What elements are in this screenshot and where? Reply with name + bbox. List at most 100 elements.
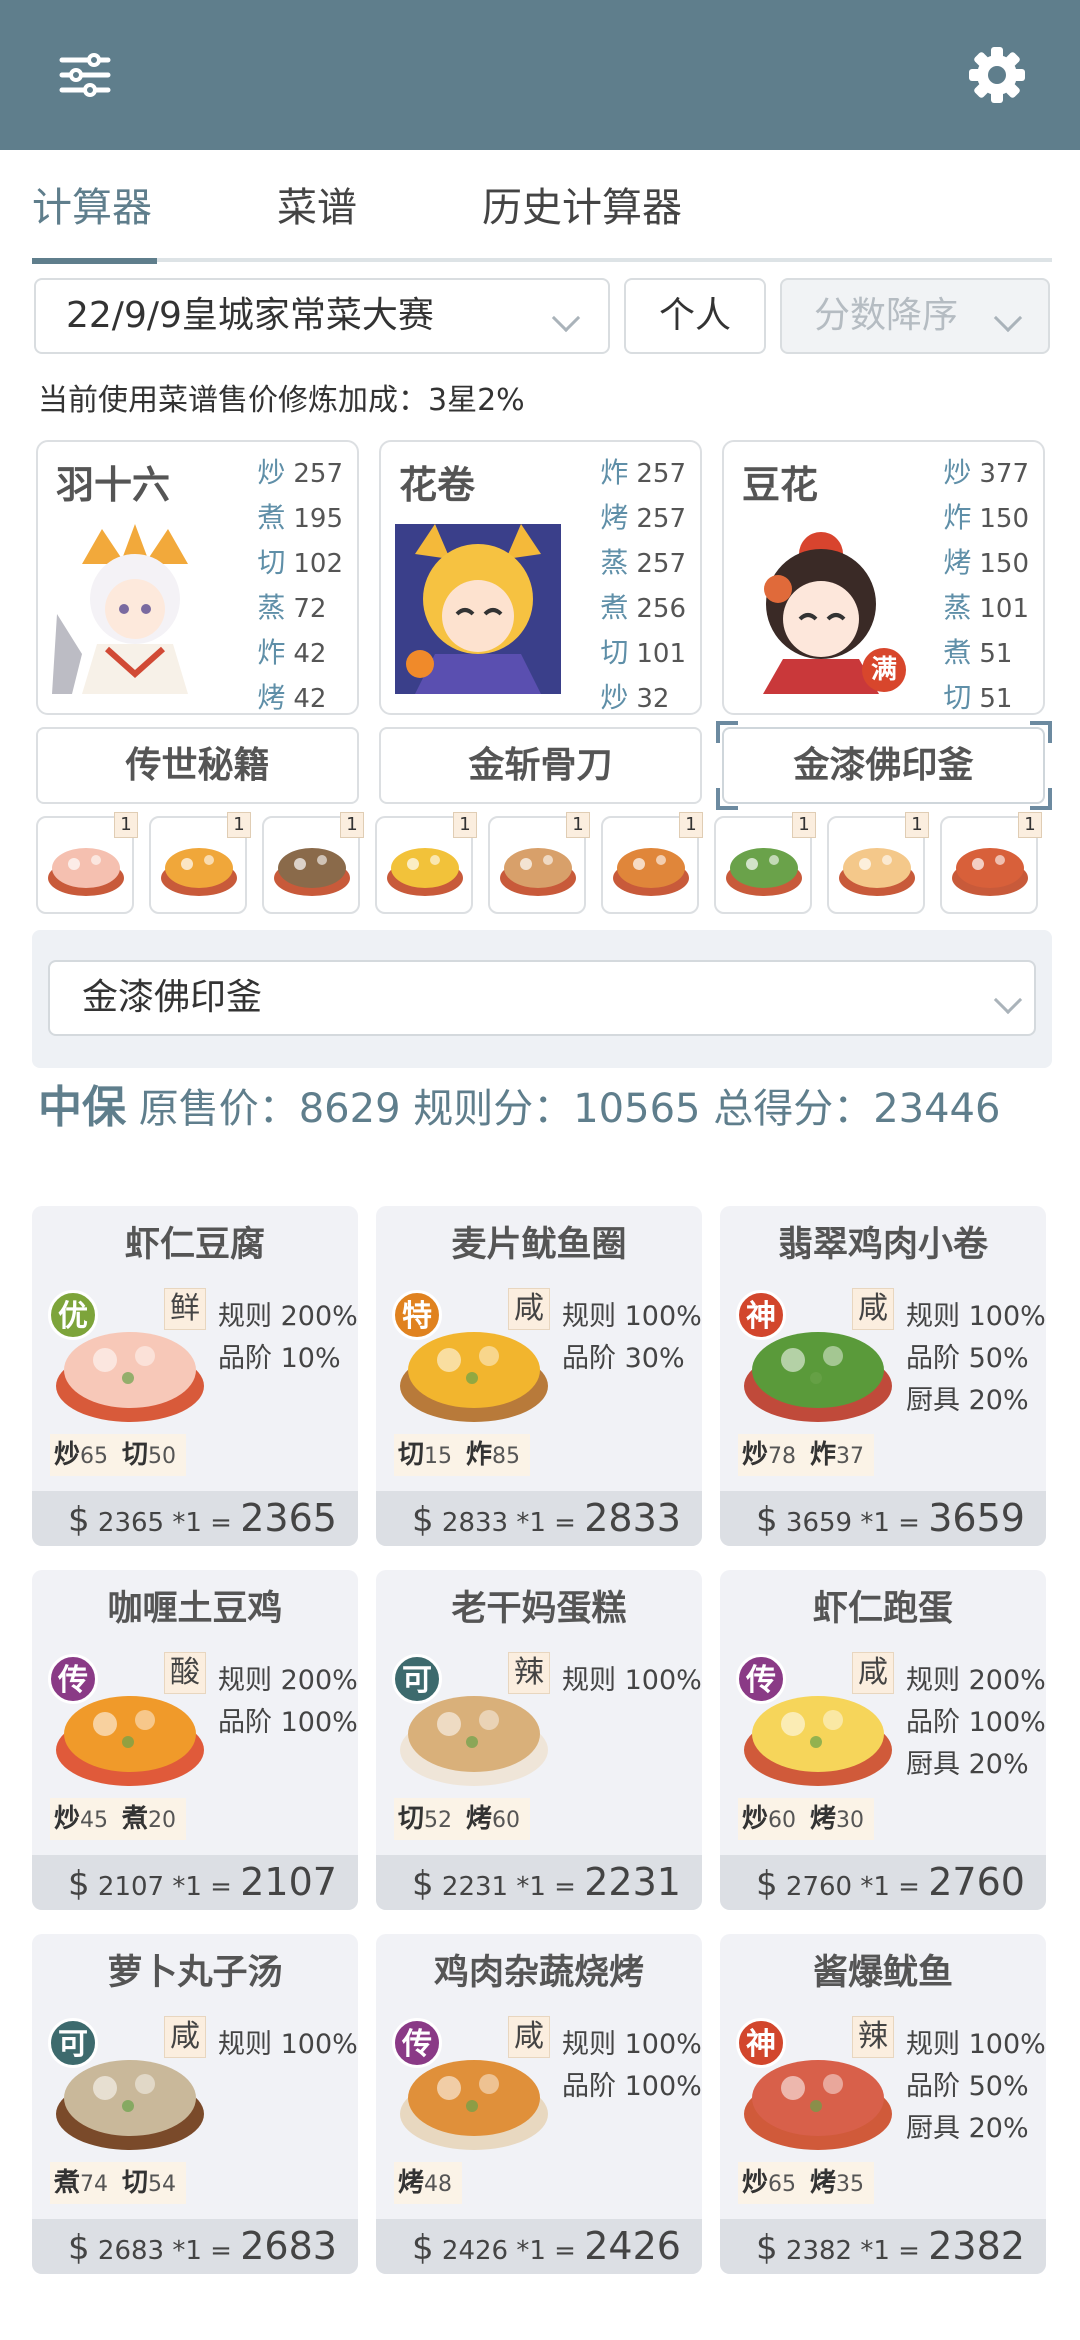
grade-badge: 优 bbox=[48, 1290, 98, 1340]
multiplier: *1 bbox=[860, 2236, 890, 2266]
grade-badge: 传 bbox=[736, 1654, 786, 1704]
skill-requirements: 烤48 bbox=[394, 2162, 463, 2204]
recipe-slot[interactable]: 1 bbox=[714, 812, 816, 914]
chef-card[interactable]: 豆花 满 炒 377 炸 150 烤 150 蒸 101 煮 51 切 51 bbox=[722, 440, 1045, 715]
chef-stats: 炸 257 烤 257 蒸 257 煮 256 切 101 炒 32 bbox=[600, 450, 686, 713]
dish-card[interactable]: 咖喱土豆鸡传 酸规则 200% 品阶 100% 炒45 煮20 $ 2107 *1 = 2… bbox=[32, 1570, 358, 1910]
skill-name: 炸 bbox=[466, 1440, 493, 1470]
rule-line: 厨具 20% bbox=[906, 1385, 1029, 1416]
skill-name: 煮 bbox=[54, 2168, 81, 2198]
stat-row: 炸 257 bbox=[600, 456, 686, 489]
recipe-count: 1 bbox=[340, 812, 364, 838]
contest-select[interactable]: 22/9/9皇城家常菜大赛 bbox=[34, 278, 610, 354]
recipe-count: 1 bbox=[566, 812, 590, 838]
dollar-icon: $ bbox=[412, 1864, 434, 1904]
stat-row: 蒸 101 bbox=[943, 591, 1029, 624]
equip-button[interactable]: 金斩骨刀 bbox=[379, 727, 702, 804]
equals-sign: = bbox=[201, 1872, 241, 1902]
dollar-icon: $ bbox=[756, 1500, 778, 1540]
chef-card[interactable]: 羽十六 炒 257 煮 195 切 102 蒸 72 炸 42 烤 42 bbox=[36, 440, 359, 715]
recipe-count: 1 bbox=[792, 812, 816, 838]
rule-list: 规则 100% 品阶 50% 厨具 20% bbox=[906, 2024, 1046, 2150]
skill-value: 78 bbox=[768, 1444, 797, 1469]
tab-recipes[interactable]: 菜谱 bbox=[277, 178, 357, 238]
recipe-slot[interactable]: 1 bbox=[488, 812, 590, 914]
base-price: 2683 bbox=[97, 2236, 165, 2266]
equip-panel: 金漆佛印釜 bbox=[32, 930, 1052, 1068]
skill-value: 65 bbox=[80, 1444, 109, 1469]
recipe-count: 1 bbox=[453, 812, 477, 838]
tab-calculator[interactable]: 计算器 bbox=[32, 178, 152, 238]
rule-line: 规则 200% bbox=[906, 1665, 1046, 1696]
tab-bar: 计算器 菜谱 历史计算器 bbox=[32, 150, 1052, 265]
dish-card[interactable]: 酱爆鱿鱼神 辣规则 100% 品阶 50% 厨具 20% 炒65 烤35 $ 2382 *1… bbox=[720, 1934, 1046, 2274]
skill-value: 52 bbox=[424, 1808, 453, 1833]
chevron-down-icon bbox=[993, 985, 1023, 1015]
equals-sign: = bbox=[545, 2236, 585, 2266]
equip-button-selected[interactable]: 金漆佛印釜 bbox=[722, 727, 1045, 804]
dish-icon bbox=[387, 848, 463, 896]
base-price: 2365 bbox=[97, 1508, 165, 1538]
multiplier: *1 bbox=[172, 1872, 202, 1902]
selection-corner bbox=[1030, 721, 1052, 743]
dish-card[interactable]: 翡翠鸡肉小卷神 咸规则 100% 品阶 50% 厨具 20% 炒78 炸37 $ 3659 … bbox=[720, 1206, 1046, 1546]
dish-card[interactable]: 老干妈蛋糕可 辣规则 100% 切52 烤60 $ 2231 *1 = 2231 bbox=[376, 1570, 702, 1910]
gear-icon[interactable] bbox=[962, 40, 1032, 110]
dish-name: 萝卜丸子汤 bbox=[107, 1953, 283, 1993]
recipe-slot[interactable]: 1 bbox=[940, 812, 1042, 914]
dish-card[interactable]: 麦片鱿鱼圈特 咸规则 100% 品阶 30% 切15 炸85 $ 2833 *1 = 28… bbox=[376, 1206, 702, 1546]
rule-line: 规则 200% bbox=[218, 1665, 358, 1696]
sort-select[interactable]: 分数降序 bbox=[780, 278, 1050, 354]
flavor-tag: 酸 bbox=[164, 1652, 206, 1694]
recipe-slot[interactable]: 1 bbox=[601, 812, 703, 914]
recipe-slot[interactable]: 1 bbox=[36, 812, 138, 914]
recipe-slot[interactable]: 1 bbox=[149, 812, 251, 914]
dish-card[interactable]: 虾仁跑蛋传 咸规则 200% 品阶 100% 厨具 20% 炒60 烤30 $ 2760 *… bbox=[720, 1570, 1046, 1910]
skill-value: 60 bbox=[492, 1808, 521, 1833]
skill-requirements: 煮74 切54 bbox=[50, 2162, 187, 2204]
grade-badge: 传 bbox=[48, 1654, 98, 1704]
total-price: 2365 bbox=[240, 1496, 337, 1540]
stat-row: 炒 257 bbox=[257, 456, 343, 489]
skill-value: 48 bbox=[424, 2172, 453, 2197]
dish-card[interactable]: 萝卜丸子汤可 咸规则 100% 煮74 切54 $ 2683 *1 = 2683 bbox=[32, 1934, 358, 2274]
multiplier: *1 bbox=[172, 1508, 202, 1538]
rule-line: 规则 100% bbox=[218, 2029, 358, 2060]
rule-line: 品阶 30% bbox=[562, 1343, 685, 1374]
price-bar: $ 2107 *1 = 2107 bbox=[32, 1855, 358, 1910]
chef-card[interactable]: 花卷 炸 257 烤 257 蒸 257 煮 256 切 101 炒 32 bbox=[379, 440, 702, 715]
rule-list: 规则 100% 品阶 50% 厨具 20% bbox=[906, 1296, 1046, 1422]
tab-history-calculator[interactable]: 历史计算器 bbox=[482, 178, 682, 238]
stat-row: 切 51 bbox=[943, 681, 1013, 714]
equip-select[interactable]: 金漆佛印釜 bbox=[48, 960, 1036, 1036]
mode-button[interactable]: 个人 bbox=[624, 278, 766, 354]
skill-name: 炒 bbox=[742, 1440, 769, 1470]
stat-row: 煮 195 bbox=[257, 501, 343, 534]
equip-button[interactable]: 传世秘籍 bbox=[36, 727, 359, 804]
recipe-count: 1 bbox=[679, 812, 703, 838]
skill-requirements: 切52 烤60 bbox=[394, 1798, 531, 1840]
app-bar bbox=[0, 0, 1080, 150]
sliders-icon[interactable] bbox=[50, 40, 120, 110]
dollar-icon: $ bbox=[412, 1500, 434, 1540]
multiplier: *1 bbox=[516, 2236, 546, 2266]
dish-card[interactable]: 虾仁豆腐优 鲜规则 200% 品阶 10% 炒65 切50 $ 2365 *1 = 236… bbox=[32, 1206, 358, 1546]
stat-row: 煮 51 bbox=[943, 636, 1013, 669]
stat-row: 炒 377 bbox=[943, 456, 1029, 489]
rule-list: 规则 200% 品阶 100% 厨具 20% bbox=[906, 1660, 1046, 1786]
recipe-slot[interactable]: 1 bbox=[375, 812, 477, 914]
dish-name: 麦片鱿鱼圈 bbox=[451, 1225, 627, 1265]
recipe-slot[interactable]: 1 bbox=[262, 812, 364, 914]
total-price: 2833 bbox=[584, 1496, 681, 1540]
equals-sign: = bbox=[201, 1508, 241, 1538]
skill-name: 切 bbox=[122, 1440, 149, 1470]
dish-icon bbox=[726, 848, 802, 896]
dish-card[interactable]: 鸡肉杂蔬烧烤传 咸规则 100% 品阶 100% 烤48 $ 2426 *1 = 242… bbox=[376, 1934, 702, 2274]
skill-value: 54 bbox=[148, 2172, 177, 2197]
dish-name: 虾仁豆腐 bbox=[124, 1225, 265, 1265]
recipe-slot[interactable]: 1 bbox=[827, 812, 929, 914]
base-price: 3659 bbox=[785, 1508, 853, 1538]
flavor-tag: 咸 bbox=[164, 2016, 206, 2058]
dish-name: 虾仁跑蛋 bbox=[812, 1589, 953, 1629]
multiplier: *1 bbox=[516, 1872, 546, 1902]
